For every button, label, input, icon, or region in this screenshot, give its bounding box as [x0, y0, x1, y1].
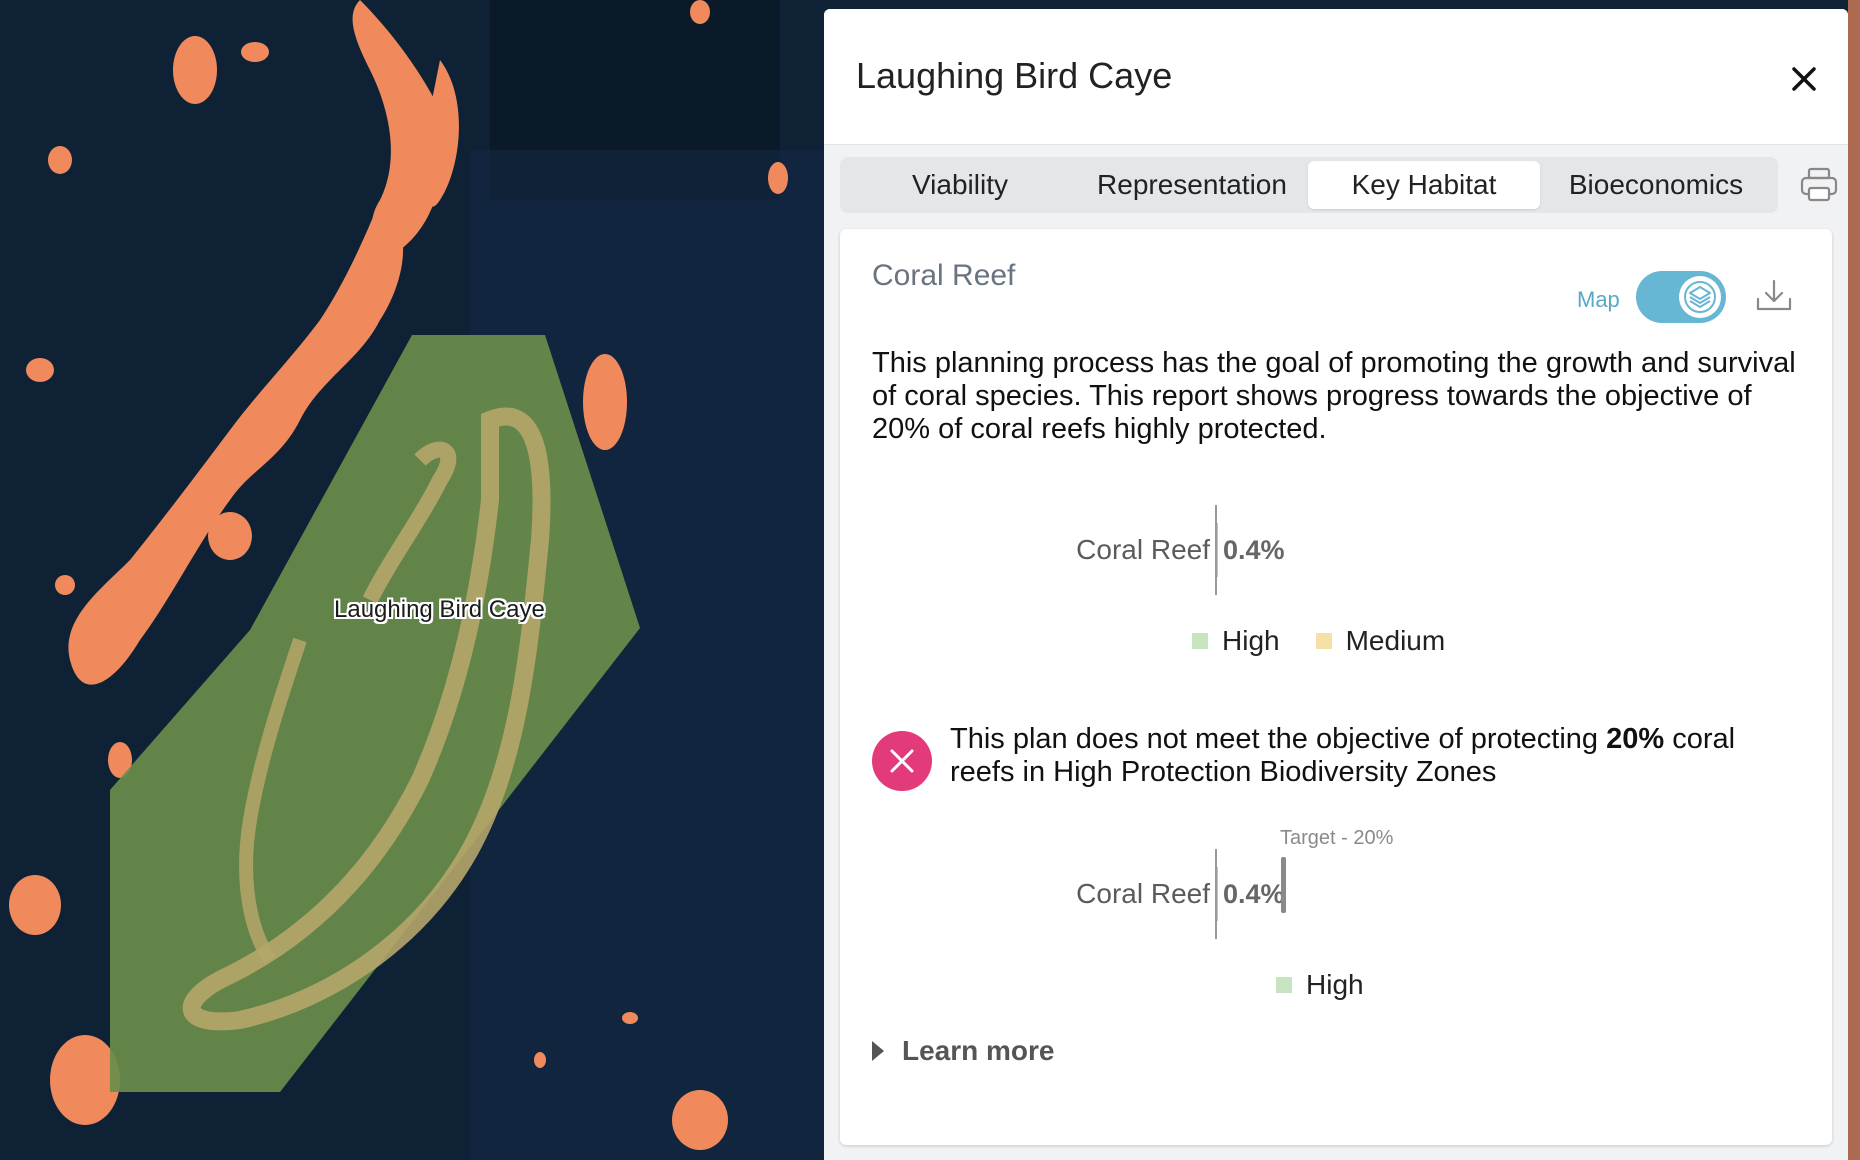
map-toggle-label: Map: [1577, 287, 1620, 312]
objective-text-bold: 20%: [1606, 723, 1665, 755]
chart-2-bar-high: [1217, 867, 1219, 921]
map-place-label[interactable]: Laughing Bird Caye: [334, 596, 545, 624]
legend-label-medium: Medium: [1345, 625, 1446, 656]
habitat-card: Coral Reef Map This planning process has…: [840, 229, 1832, 1145]
objective-fail-icon: [872, 731, 932, 791]
x-circle-icon: [890, 749, 914, 773]
objective-text-before: This plan does not meet the objective of…: [950, 723, 1607, 755]
chart-1-value-label: 0.4%: [1223, 535, 1285, 565]
chart-2-target-label: Target - 20%: [1280, 827, 1394, 849]
layers-icon: [1684, 281, 1716, 313]
chart-1-legend: High Medium: [1192, 625, 1481, 657]
tab-row: Viability Representation Key Habitat Bio…: [840, 157, 1840, 215]
tab-bar: Viability Representation Key Habitat Bio…: [840, 157, 1778, 213]
tab-key-habitat[interactable]: Key Habitat: [1308, 161, 1540, 209]
legend-item-high: High: [1276, 969, 1364, 1001]
habitat-description: This planning process has the goal of pr…: [872, 347, 1796, 445]
close-icon: [1792, 67, 1816, 91]
legend-item-high: High: [1192, 625, 1280, 657]
legend-label-high: High: [1306, 969, 1364, 1000]
download-button[interactable]: [1752, 273, 1796, 317]
card-title: Coral Reef: [872, 259, 1016, 292]
chart-2-value-label: 0.4%: [1223, 879, 1285, 909]
legend-label-high: High: [1222, 625, 1280, 656]
chart-2-row: Coral Reef 0.4%: [840, 849, 1832, 939]
tab-representation[interactable]: Representation: [1076, 161, 1308, 209]
close-button[interactable]: [1784, 59, 1824, 99]
tab-viability[interactable]: Viability: [844, 161, 1076, 209]
chart-2-target-line: [1281, 857, 1286, 913]
legend-swatch-high: [1276, 977, 1292, 993]
toggle-knob: [1679, 276, 1721, 318]
learn-more-label: Learn more: [902, 1035, 1055, 1066]
legend-item-medium: Medium: [1315, 625, 1446, 657]
reef-patches-right: [1848, 0, 1860, 1160]
legend-swatch-medium: [1315, 633, 1332, 649]
print-button[interactable]: [1798, 165, 1840, 205]
chart-1-row: Coral Reef 0.4%: [840, 505, 1832, 595]
learn-more-toggle[interactable]: Learn more: [872, 1035, 1055, 1067]
chart-2-legend: High: [1276, 969, 1400, 1001]
map-toggle[interactable]: [1636, 271, 1726, 323]
legend-swatch-high: [1192, 633, 1208, 649]
printer-icon: [1800, 167, 1838, 202]
detail-panel: Laughing Bird Caye Viability Representat…: [824, 9, 1848, 1160]
objective-status-text: This plan does not meet the objective of…: [950, 723, 1780, 789]
tab-bioeconomics[interactable]: Bioeconomics: [1540, 161, 1772, 209]
download-icon: [1756, 279, 1792, 311]
chart-1-bar-high: [1217, 523, 1219, 577]
caret-right-icon: [872, 1041, 884, 1061]
panel-header: Laughing Bird Caye: [824, 9, 1848, 145]
chart-1-category-label: Coral Reef: [1076, 534, 1210, 565]
chart-2-category-label: Coral Reef: [1076, 878, 1210, 909]
panel-title: Laughing Bird Caye: [856, 55, 1173, 96]
